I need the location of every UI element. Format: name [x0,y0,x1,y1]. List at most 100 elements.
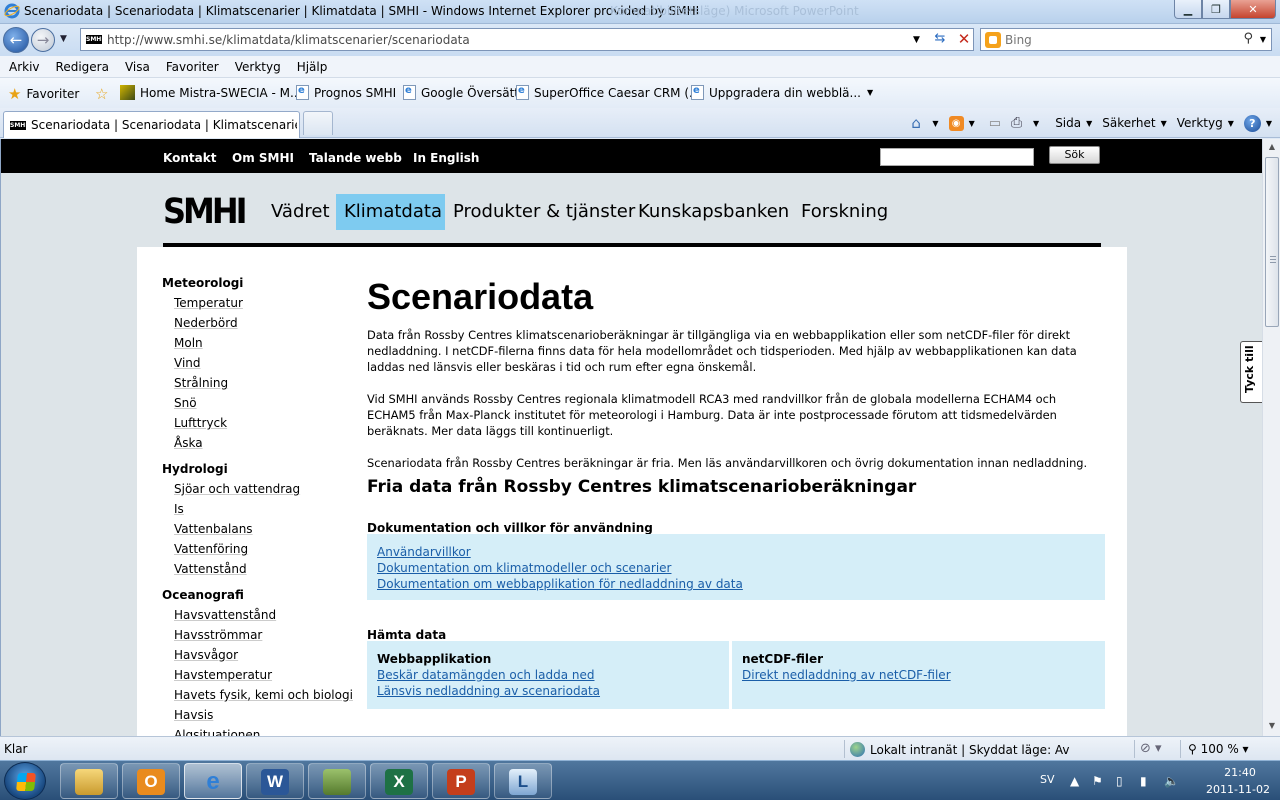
taskbar-powerpoint[interactable]: P [432,763,490,799]
mainnav-produkter[interactable]: Produkter & tjänster [445,194,643,230]
url-text[interactable]: http://www.smhi.se/klimatdata/klimatscen… [107,33,470,47]
search-box[interactable]: ⚲ ▼ [980,28,1272,51]
site-search-button[interactable]: Sök [1049,146,1100,164]
sidebar-item-moln[interactable]: Moln [174,336,203,350]
menu-verktyg[interactable]: Verktyg [226,56,288,77]
minimize-button[interactable]: ▁ [1174,0,1202,19]
sidebar-heading-hydrologi[interactable]: Hydrologi [162,462,228,476]
scrollbar-thumb[interactable] [1265,157,1279,327]
sidebar-item-havstemperatur[interactable]: Havstemperatur [174,668,272,682]
sidebar-heading-oceanografi[interactable]: Oceanografi [162,588,244,602]
stop-icon[interactable]: ✕ [955,30,973,49]
sidebar-item-lufttryck[interactable]: Lufttryck [174,416,227,430]
flag-icon[interactable]: ⚑ [1092,774,1103,788]
fav-item-google-translate[interactable]: Google Översätt [403,85,519,100]
link-doc-webbapplikation[interactable]: Dokumentation om webbapplikation för ned… [377,577,743,591]
mainnav-forskning[interactable]: Forskning [793,194,896,230]
safety-menu[interactable]: Säkerhet ▼ [1102,116,1166,130]
topnav-kontakt[interactable]: Kontakt [163,151,216,165]
sidebar-item-sno[interactable]: Snö [174,396,197,410]
search-input[interactable] [1005,31,1225,48]
link-direkt-nedladdning[interactable]: Direkt nedladdning av netCDF-filer [742,668,951,682]
forward-button[interactable]: → [31,28,55,52]
popup-blocker-icon[interactable]: ⊘ ▾ [1140,741,1162,756]
page-menu[interactable]: Sida ▼ [1055,116,1092,130]
search-icon[interactable]: ⚲ [1243,31,1253,46]
add-favorite-button[interactable]: ☆ [95,85,113,103]
menu-favoriter[interactable]: Favoriter [157,56,226,77]
scroll-up-icon[interactable]: ▲ [1266,142,1278,154]
link-lansvis-nedladdning[interactable]: Länsvis nedladdning av scenariodata [377,684,600,698]
favorites-button[interactable]: ★ Favoriter [8,85,79,103]
taskbar-word[interactable]: W [246,763,304,799]
search-dropdown-icon[interactable]: ▼ [1260,35,1266,44]
menu-redigera[interactable]: Redigera [47,56,116,77]
feedback-tab[interactable]: Tyck till [1240,341,1262,403]
fav-item-superoffice[interactable]: SuperOffice Caesar CRM (... [516,85,700,100]
menu-visa[interactable]: Visa [116,56,157,77]
sidebar-item-temperatur[interactable]: Temperatur [174,296,243,310]
sidebar-heading-meteorologi[interactable]: Meteorologi [162,276,243,290]
topnav-talande-webb[interactable]: Talande webb [309,151,402,165]
sidebar-item-vattenbalans[interactable]: Vattenbalans [174,522,253,536]
smhi-logo[interactable]: SMHI [163,194,248,229]
site-search-input[interactable] [880,148,1034,166]
back-button[interactable]: ← [3,27,29,53]
maximize-button[interactable]: ❐ [1202,0,1230,19]
window-titlebar[interactable]: Scenariodata | Scenariodata | Klimatscen… [0,0,1280,24]
tab-scenariodata[interactable]: SMHI Scenariodata | Scenariodata | Klima… [3,111,300,138]
sidebar-item-stralning[interactable]: Strålning [174,376,228,390]
start-button[interactable] [4,762,46,800]
mainnav-klimatdata[interactable]: Klimatdata [336,194,445,230]
volume-icon[interactable]: 🔈 [1164,774,1179,788]
language-indicator[interactable]: SV [1040,773,1055,786]
menu-hjalp[interactable]: Hjälp [288,56,335,77]
sidebar-item-sjoar[interactable]: Sjöar och vattendrag [174,482,300,496]
taskbar-excel[interactable]: X [370,763,428,799]
taskbar-network-app[interactable] [308,763,366,799]
address-field[interactable]: SMHI http://www.smhi.se/klimatdata/klima… [80,28,974,51]
read-mail-button[interactable]: ▭ [989,116,1001,131]
zoom-level[interactable]: ⚲ 100 % ▾ [1188,742,1249,756]
sidebar-item-havets-fysik[interactable]: Havets fysik, kemi och biologi [174,688,353,702]
topnav-om-smhi[interactable]: Om SMHI [232,151,294,165]
sidebar-item-nederbord[interactable]: Nederbörd [174,316,238,330]
sidebar-item-algsituationen[interactable]: Algsituationen [174,728,260,736]
new-tab-button[interactable] [303,111,333,135]
link-doc-klimatmodeller[interactable]: Dokumentation om klimatmodeller och scen… [377,561,671,575]
taskbar-remote-desktop[interactable]: L [494,763,552,799]
menu-arkiv[interactable]: Arkiv [0,56,47,77]
taskbar-internet-explorer[interactable]: e [184,763,242,799]
sidebar-item-aska[interactable]: Åska [174,436,203,450]
show-hidden-icons[interactable]: ▲ [1070,774,1079,788]
scroll-down-icon[interactable]: ▼ [1266,721,1278,733]
tools-menu[interactable]: Verktyg ▼ [1177,116,1234,130]
sidebar-item-vattenforing[interactable]: Vattenföring [174,542,248,556]
sidebar-item-vind[interactable]: Vind [174,356,201,370]
taskbar-explorer[interactable] [60,763,118,799]
fav-item-mistra[interactable]: Home Mistra-SWECIA - M... [120,85,301,100]
sidebar-item-havsvagor[interactable]: Havsvågor [174,648,238,662]
link-anvandarvillkor[interactable]: Användarvillkor [377,545,471,559]
help-button[interactable]: ? ▼ [1243,114,1272,132]
clock-date[interactable]: 2011-11-02 [1202,783,1274,796]
mainnav-kunskapsbanken[interactable]: Kunskapsbanken [630,194,797,230]
topnav-in-english[interactable]: In English [413,151,479,165]
compatibility-view-icon[interactable]: ⇆ [931,31,949,48]
fav-item-prognos[interactable]: Prognos SMHI [296,85,396,100]
home-button[interactable]: ⌂ ▼ [911,115,938,131]
taskbar-outlook[interactable]: O [122,763,180,799]
sidebar-item-havsis[interactable]: Havsis [174,708,213,722]
clock-time[interactable]: 21:40 [1212,766,1268,779]
network-signal-icon[interactable]: ▮ [1140,774,1147,788]
feeds-button[interactable]: ◉ ▼ [948,115,975,131]
sidebar-item-is[interactable]: Is [174,502,184,516]
close-window-button[interactable]: ✕ [1230,0,1276,19]
link-beskar-datamangden[interactable]: Beskär datamängden och ladda ned [377,668,594,682]
sidebar-item-vattenstand[interactable]: Vattenstånd [174,562,247,576]
mainnav-vadret[interactable]: Vädret [263,194,338,230]
sidebar-item-havsstrommar[interactable]: Havsströmmar [174,628,262,642]
security-zone[interactable]: Lokalt intranät | Skyddat läge: Av [850,742,1070,757]
fav-item-upgrade[interactable]: Uppgradera din webblä... ▼ [691,85,873,100]
sidebar-item-havsvattenstand[interactable]: Havsvattenstånd [174,608,276,622]
